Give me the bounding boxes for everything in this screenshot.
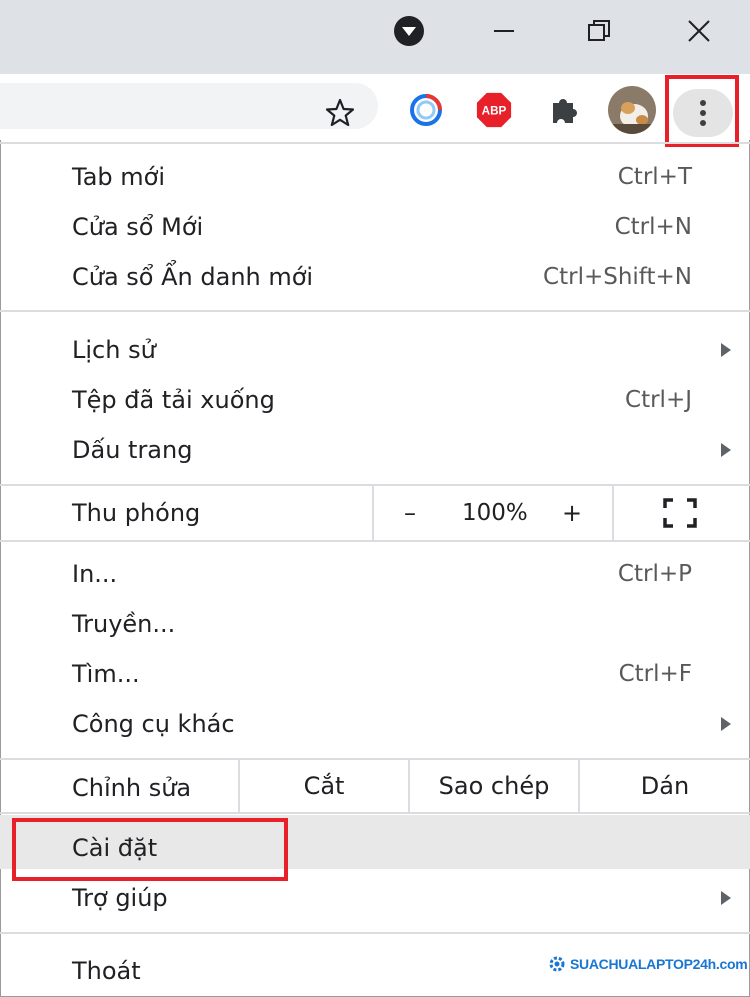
menu-item-label: Tab mới <box>72 163 165 191</box>
minimize-button[interactable] <box>475 0 533 62</box>
minimize-icon <box>494 30 514 32</box>
menu-item-label: Công cụ khác <box>72 710 235 738</box>
zoom-in-button[interactable]: + <box>562 486 582 540</box>
menu-item-shortcut: Ctrl+N <box>614 214 692 240</box>
menu-item-label: Thoát <box>72 957 141 985</box>
adblock-extension-button[interactable]: ABP <box>476 92 512 128</box>
menu-item-new-incognito-window[interactable]: Cửa sổ Ẩn danh mới Ctrl+Shift+N <box>0 252 750 302</box>
menu-item-new-window[interactable]: Cửa sổ Mới Ctrl+N <box>0 202 750 252</box>
svg-text:ABP: ABP <box>482 105 507 118</box>
menu-divider <box>0 932 750 934</box>
menu-item-cast[interactable]: Truyền... <box>0 599 750 649</box>
menu-item-label: Truyền... <box>72 610 176 638</box>
sync-extension-button[interactable] <box>408 92 444 128</box>
menu-item-more-tools[interactable]: Công cụ khác <box>0 699 750 749</box>
menu-item-label: Cửa sổ Ẩn danh mới <box>72 263 314 291</box>
menu-edit-row: Chỉnh sửa Cắt Sao chép Dán <box>0 760 750 812</box>
menu-item-label: Lịch sử <box>72 336 156 364</box>
menu-top-divider <box>0 142 750 144</box>
menu-divider <box>0 812 750 814</box>
menu-item-label: Trợ giúp <box>72 884 168 912</box>
submenu-arrow-icon <box>721 891 731 905</box>
title-bar <box>0 0 750 74</box>
gear-icon <box>549 956 565 972</box>
menu-item-find[interactable]: Tìm... Ctrl+F <box>0 649 750 699</box>
menu-divider <box>0 540 750 542</box>
menu-item-label: Tệp đã tải xuống <box>72 386 275 414</box>
zoom-label: Thu phóng <box>72 499 201 527</box>
menu-item-history[interactable]: Lịch sử <box>0 325 750 375</box>
restore-icon <box>588 20 610 41</box>
fullscreen-icon[interactable] <box>663 498 697 528</box>
menu-item-shortcut: Ctrl+T <box>617 164 692 190</box>
sync-ring-icon <box>410 94 442 126</box>
menu-item-shortcut: Ctrl+P <box>617 561 692 587</box>
browser-toolbar: ABP <box>0 74 750 140</box>
watermark-logo: SUACHUALAPTOP24h.com <box>548 953 748 975</box>
menu-item-shortcut: Ctrl+Shift+N <box>543 264 692 290</box>
tab-search-icon <box>394 16 424 46</box>
restore-button[interactable] <box>570 0 628 62</box>
menu-item-downloads[interactable]: Tệp đã tải xuống Ctrl+J <box>0 375 750 425</box>
submenu-arrow-icon <box>721 343 731 357</box>
menu-item-label: In... <box>72 560 118 588</box>
address-bar[interactable] <box>0 83 378 129</box>
highlight-box-menu-button <box>665 75 739 147</box>
close-button[interactable] <box>670 0 728 62</box>
menu-zoom-row: Thu phóng – 100% + <box>0 486 750 540</box>
edit-label: Chỉnh sửa <box>72 774 192 802</box>
zoom-out-button[interactable]: – <box>404 486 416 540</box>
paste-button[interactable]: Dán <box>578 760 750 812</box>
cut-button[interactable]: Cắt <box>238 760 408 812</box>
menu-item-new-tab[interactable]: Tab mới Ctrl+T <box>0 152 750 202</box>
menu-item-bookmarks[interactable]: Dấu trang <box>0 425 750 475</box>
menu-item-help[interactable]: Trợ giúp <box>0 873 750 923</box>
profile-button[interactable] <box>608 86 656 134</box>
zoom-controls: – 100% + <box>372 486 614 540</box>
menu-item-shortcut: Ctrl+J <box>625 387 692 413</box>
menu-item-label: Tìm... <box>72 660 140 688</box>
close-icon <box>688 20 710 42</box>
tab-search-button[interactable] <box>380 0 438 62</box>
menu-item-shortcut: Ctrl+F <box>618 661 692 687</box>
adblock-plus-icon: ABP <box>476 92 512 128</box>
menu-item-label: Cửa sổ Mới <box>72 213 204 241</box>
menu-item-print[interactable]: In... Ctrl+P <box>0 549 750 599</box>
bookmark-star-icon[interactable] <box>324 97 356 129</box>
menu-item-label: Dấu trang <box>72 436 193 464</box>
menu-divider <box>0 310 750 312</box>
zoom-level-value: 100% <box>462 500 528 526</box>
submenu-arrow-icon <box>721 717 731 731</box>
highlight-box-settings <box>12 818 288 881</box>
submenu-arrow-icon <box>721 443 731 457</box>
profile-avatar <box>608 86 656 134</box>
puzzle-icon <box>553 99 577 123</box>
copy-button[interactable]: Sao chép <box>408 760 578 812</box>
watermark-text: SUACHUALAPTOP24h.com <box>570 956 748 972</box>
extensions-button[interactable] <box>546 92 582 128</box>
